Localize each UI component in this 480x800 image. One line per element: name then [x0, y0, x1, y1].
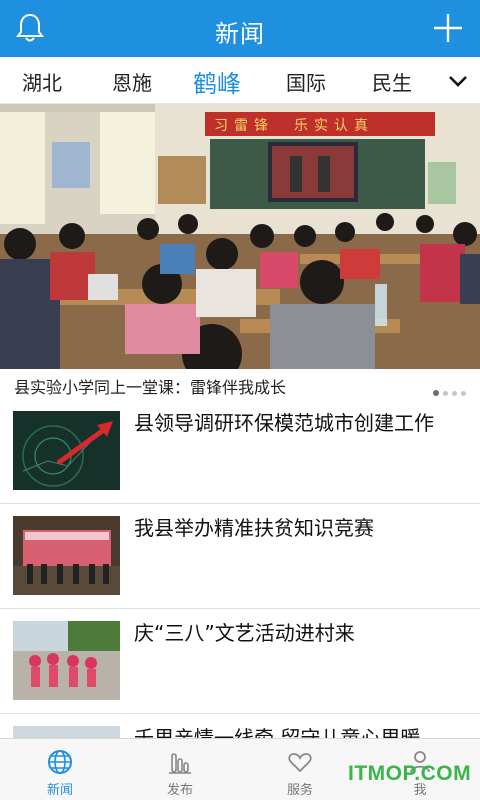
carousel-dot: [461, 391, 466, 396]
news-headline: 庆“三八”文艺活动进村来: [134, 621, 355, 645]
carousel-dot: [443, 391, 448, 396]
chevron-down-icon[interactable]: [446, 69, 470, 93]
nav-news-label: 新闻: [46, 783, 73, 798]
carousel-dot: [452, 391, 457, 396]
app-header: 新闻: [0, 0, 480, 57]
carousel-dot-active: [433, 390, 439, 396]
news-headline: 我县举办精准扶贫知识竞赛: [134, 516, 374, 540]
headline-banner-image[interactable]: 习雷锋 乐实认真: [0, 104, 480, 369]
news-thumbnail: [13, 516, 120, 595]
nav-service[interactable]: 服务: [240, 739, 360, 800]
carousel-dots: [429, 381, 466, 400]
plus-icon[interactable]: [430, 10, 466, 46]
banner-caption: 县实验小学同上一堂课：雷锋伴我成长: [14, 378, 287, 397]
classroom-sign-text: 习雷锋 乐实认真: [214, 118, 374, 134]
tab-enshi[interactable]: 恩施: [112, 67, 152, 96]
watermark-text: ITMOP.COM: [348, 762, 472, 785]
bars-icon: [169, 753, 191, 774]
nav-service-label: 服务: [286, 783, 313, 798]
news-item[interactable]: 县领导调研环保模范城市创建工作: [0, 399, 480, 504]
tab-livelihood[interactable]: 民生: [372, 67, 412, 96]
news-thumbnail: [13, 411, 120, 490]
nav-publish[interactable]: 发布: [120, 739, 240, 800]
news-item[interactable]: 庆“三八”文艺活动进村来: [0, 609, 480, 714]
banner-caption-bar[interactable]: 县实验小学同上一堂课：雷锋伴我成长: [0, 369, 480, 399]
tab-international[interactable]: 国际: [286, 67, 326, 96]
news-item[interactable]: 我县举办精准扶贫知识竞赛: [0, 504, 480, 609]
channel-tabs: 湖北 恩施 鹤峰 国际 民生: [0, 57, 480, 104]
tab-hefeng[interactable]: 鹤峰: [193, 64, 241, 99]
heart-icon: [288, 753, 312, 773]
page-title: 新闻: [215, 20, 265, 48]
nav-news[interactable]: 新闻: [0, 739, 120, 800]
news-headline: 县领导调研环保模范城市创建工作: [134, 411, 434, 435]
globe-icon: [48, 750, 72, 774]
nav-publish-label: 发布: [166, 783, 193, 798]
tab-hubei[interactable]: 湖北: [22, 67, 62, 96]
news-thumbnail: [13, 621, 120, 700]
